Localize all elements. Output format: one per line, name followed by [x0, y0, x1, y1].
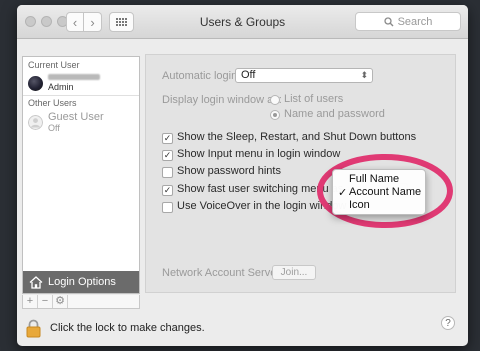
- search-field[interactable]: Search: [355, 12, 461, 31]
- checkbox-use-voiceover[interactable]: [162, 202, 173, 213]
- menu-item-icon-label: Icon: [349, 199, 370, 211]
- use-voiceover-label: Use VoiceOver in the login window: [177, 200, 347, 212]
- lock-message: Click the lock to make changes.: [50, 322, 205, 334]
- menu-item-account-name-label: Account Name: [349, 186, 422, 198]
- avatar: [28, 75, 43, 91]
- gear-icon[interactable]: ⚙: [53, 295, 68, 308]
- guest-avatar-icon: [28, 114, 43, 130]
- other-users-label: Other Users: [28, 98, 77, 108]
- login-options-label: Login Options: [48, 276, 116, 288]
- automatic-login-select[interactable]: Off ⬍: [235, 68, 373, 83]
- show-input-menu-label: Show Input menu in login window: [177, 148, 341, 160]
- search-icon: [383, 16, 394, 26]
- user-list-sidebar: Current User Admin Other Users Guest Use…: [22, 56, 140, 294]
- radio-name-and-password-label: Name and password: [284, 108, 385, 120]
- guest-user-status: Off: [48, 123, 60, 133]
- current-user-item[interactable]: Admin: [23, 72, 139, 94]
- fast-user-switching-popup-menu: Full Name ✓ Account Name Icon: [332, 169, 426, 215]
- fast-user-switching-label: Show fast user switching menu as: [177, 183, 344, 195]
- blurred-user-name: [48, 74, 100, 80]
- remove-user-button[interactable]: −: [38, 295, 53, 308]
- automatic-login-value: Off: [241, 69, 256, 81]
- title-bar: ‹ › Users & Groups Search: [17, 5, 468, 39]
- add-user-button[interactable]: +: [23, 295, 38, 308]
- menu-item-account-name[interactable]: ✓ Account Name: [338, 186, 422, 199]
- radio-list-of-users[interactable]: [270, 95, 280, 105]
- current-user-label: Current User: [28, 60, 80, 70]
- house-icon: [29, 275, 43, 289]
- checkbox-show-password-hints[interactable]: [162, 167, 173, 178]
- lock-icon[interactable]: [26, 319, 41, 338]
- users-groups-window: ‹ › Users & Groups Search Current User A…: [17, 5, 468, 346]
- radio-list-of-users-label: List of users: [284, 93, 344, 105]
- show-sleep-restart-label: Show the Sleep, Restart, and Shut Down b…: [177, 131, 417, 143]
- guest-user-name: Guest User: [48, 111, 104, 123]
- footer-bar: Click the lock to make changes.: [17, 310, 468, 346]
- login-options-item[interactable]: Login Options: [23, 271, 139, 293]
- show-password-hints-label: Show password hints: [177, 165, 281, 177]
- radio-name-and-password[interactable]: [270, 110, 280, 120]
- checkmark-icon: ✓: [338, 187, 348, 199]
- checkbox-show-sleep-restart[interactable]: ✓: [162, 133, 173, 144]
- join-button[interactable]: Join...: [272, 265, 316, 280]
- checkbox-fast-user-switching[interactable]: ✓: [162, 185, 173, 196]
- search-placeholder: Search: [397, 15, 433, 28]
- menu-item-full-name-label: Full Name: [349, 173, 400, 185]
- sidebar-toolbar: + − ⚙: [22, 295, 140, 309]
- guest-user-item[interactable]: Guest User Off: [23, 111, 139, 133]
- automatic-login-label: Automatic login:: [162, 70, 241, 82]
- current-user-role: Admin: [48, 82, 74, 92]
- chevron-updown-icon: ⬍: [360, 70, 368, 80]
- menu-item-full-name[interactable]: Full Name: [349, 173, 399, 185]
- network-account-server-label: Network Account Server:: [162, 267, 284, 279]
- help-icon[interactable]: ?: [441, 316, 455, 330]
- checkbox-show-input-menu[interactable]: ✓: [162, 150, 173, 161]
- display-login-window-label: Display login window as:: [162, 94, 282, 106]
- menu-item-icon[interactable]: Icon: [349, 199, 370, 211]
